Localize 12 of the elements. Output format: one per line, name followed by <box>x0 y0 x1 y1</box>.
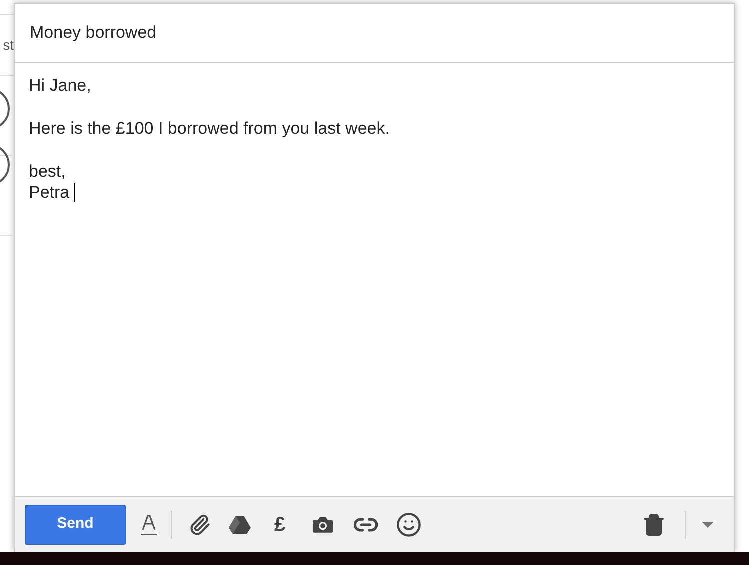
send-button[interactable]: Send <box>25 504 126 544</box>
text-format-icon[interactable] <box>140 512 158 536</box>
text-cursor <box>74 183 75 202</box>
body-text: Petra <box>29 182 70 203</box>
list-text: st <box>3 36 14 54</box>
drive-icon[interactable] <box>228 514 252 534</box>
body-text: best, <box>29 161 66 182</box>
subject-field[interactable]: Money borrowed <box>30 20 157 46</box>
currency-button[interactable]: £ <box>265 510 295 540</box>
caret-icon[interactable] <box>702 522 714 528</box>
body-text: Here is the £100 I borrowed from you last week. <box>29 118 390 139</box>
body-text: Hi Jane, <box>29 75 92 96</box>
